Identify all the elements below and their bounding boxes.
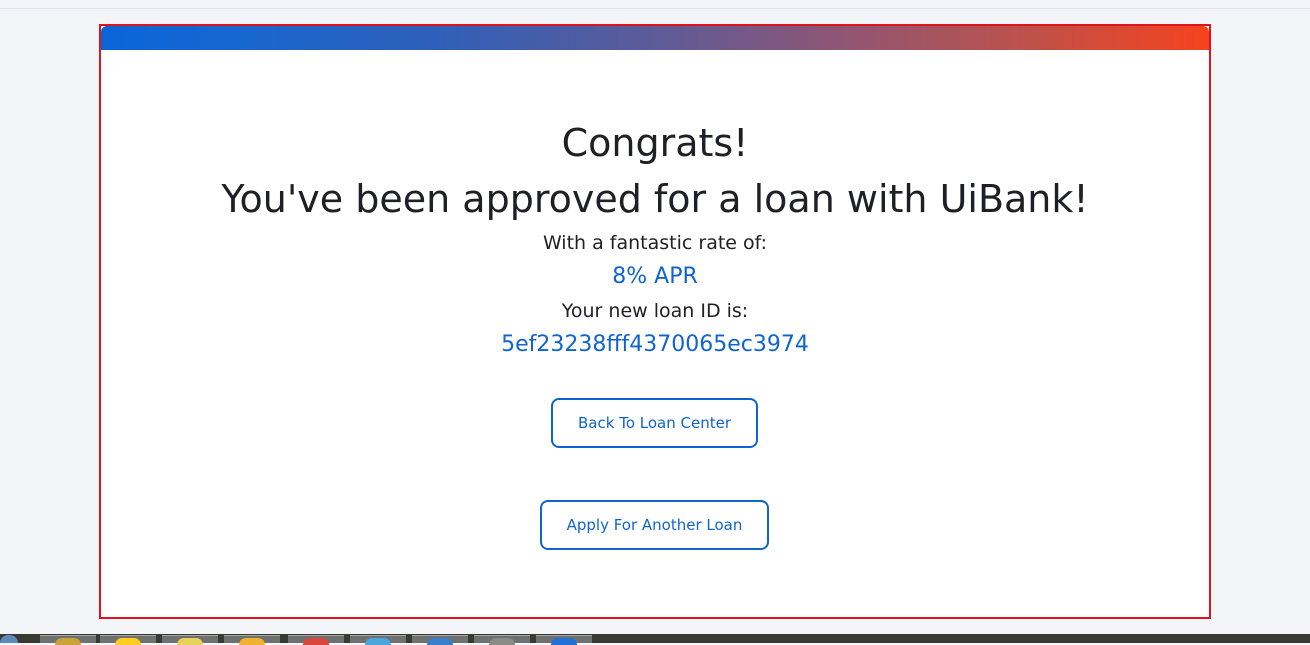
folder-icon [55, 638, 81, 645]
notes-icon [115, 638, 141, 645]
congrats-heading: Congrats! [561, 121, 749, 165]
card-gradient-header [101, 26, 1209, 50]
app-icon [489, 638, 515, 645]
taskbar [0, 634, 1310, 645]
approval-heading: You've been approved for a loan with UiB… [221, 177, 1089, 221]
taskbar-item-chrome[interactable] [288, 635, 344, 645]
window-icon [551, 638, 577, 645]
taskbar-item-notes[interactable] [100, 635, 156, 645]
app-icon [177, 638, 203, 645]
apply-for-another-loan-button[interactable]: Apply For Another Loan [540, 500, 769, 550]
rate-label: With a fantastic rate of: [542, 232, 768, 254]
app-icon [427, 638, 453, 645]
loan-approval-card: Congrats! You've been approved for a loa… [99, 24, 1211, 619]
ie-icon [365, 638, 391, 645]
loan-id-label: Your new loan ID is: [561, 300, 749, 322]
taskbar-item-app-2[interactable] [224, 635, 280, 645]
taskbar-item-ie[interactable] [350, 635, 406, 645]
rate-value: 8% APR [612, 264, 698, 289]
taskbar-item-app-3[interactable] [412, 635, 468, 645]
app-icon [239, 638, 265, 645]
start-orb-icon[interactable] [0, 635, 18, 643]
back-to-loan-center-button[interactable]: Back To Loan Center [551, 398, 758, 448]
taskbar-item-window[interactable] [536, 635, 592, 645]
taskbar-item-app[interactable] [162, 635, 218, 645]
taskbar-item-folder[interactable] [40, 635, 96, 645]
chrome-icon [303, 638, 329, 645]
taskbar-item-app-4[interactable] [474, 635, 530, 645]
top-divider [0, 8, 1310, 9]
loan-id-value: 5ef23238fff4370065ec3974 [501, 332, 809, 357]
